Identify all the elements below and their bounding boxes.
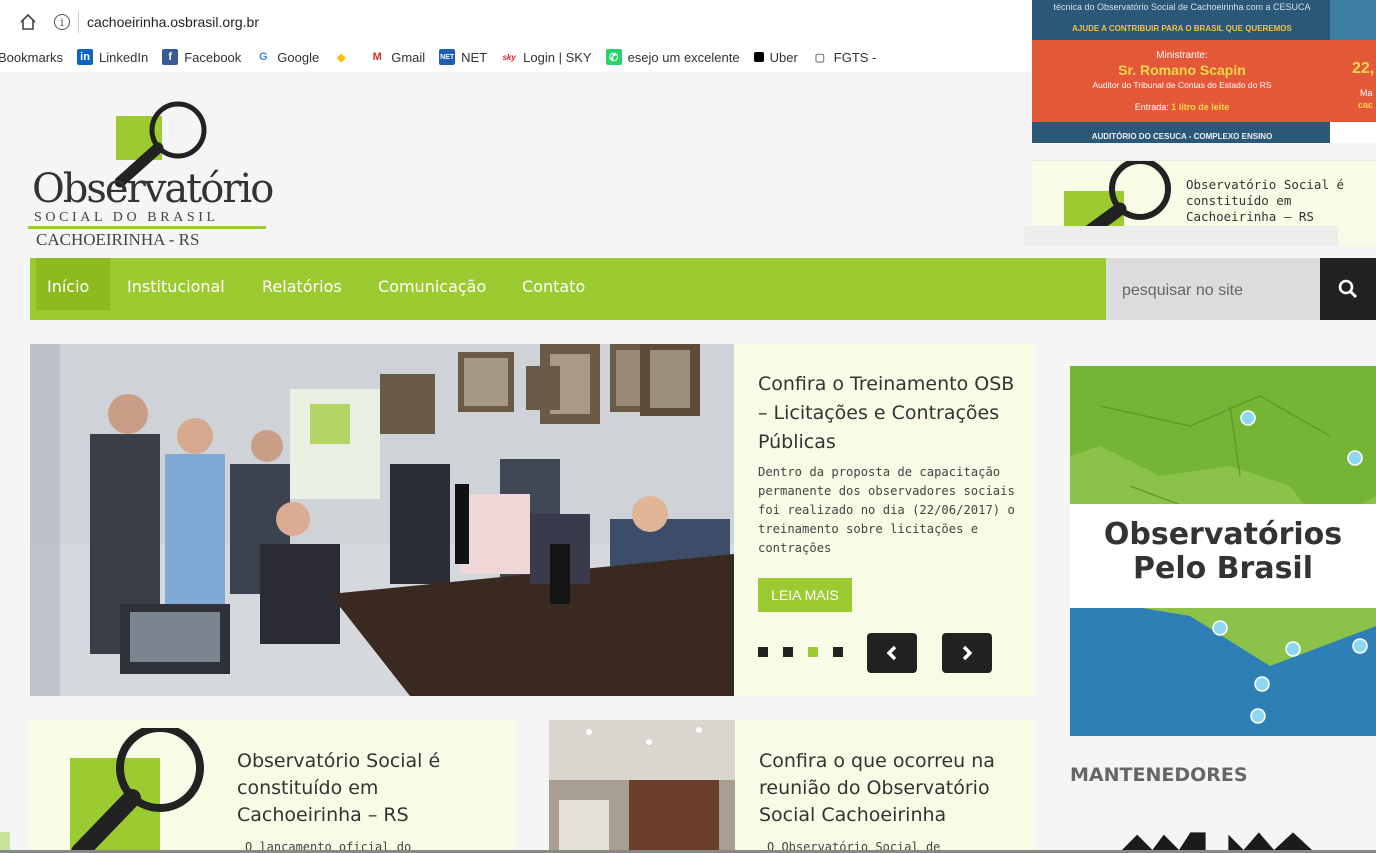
- bookmark-label: Uber: [769, 49, 798, 65]
- left-edge-tab: [0, 832, 10, 850]
- facebook-icon: f: [162, 49, 179, 65]
- bookmark-7[interactable]: sky Login | SKY: [501, 49, 592, 65]
- ad-fragment-graphic: [1330, 0, 1376, 40]
- chevron-right-icon: [962, 645, 973, 661]
- linkedin-icon: in: [77, 49, 94, 65]
- info-icon[interactable]: i: [54, 14, 70, 30]
- bookmark-3[interactable]: G Google: [255, 49, 319, 65]
- bookmark-label: NET: [461, 49, 488, 65]
- sky-icon: sky: [501, 49, 518, 65]
- mantenedores-heading: MANTENEDORES: [1070, 764, 1248, 786]
- net-icon: NET: [439, 49, 456, 65]
- nav-comunicacao[interactable]: Comunicação: [378, 258, 486, 310]
- bookmark-label: LinkedIn: [99, 49, 149, 65]
- nav-relatorios[interactable]: Relatórios: [262, 258, 342, 310]
- logo-underline: [28, 226, 266, 229]
- event-ad-banner[interactable]: técnica do Observatório Social de Cachoe…: [1032, 0, 1332, 143]
- news-card-2[interactable]: Confira o que ocorreu na reunião do Obse…: [549, 720, 1034, 853]
- read-more-button[interactable]: LEIA MAIS: [758, 578, 852, 612]
- nav-inicio[interactable]: Início: [36, 258, 110, 310]
- bookmark-10[interactable]: ▢ FGTS -: [811, 49, 877, 65]
- ad-entrada-value: 1 litro de leite: [1171, 102, 1230, 112]
- ad-entrada-label: Entrada:: [1134, 102, 1169, 112]
- uber-icon: [753, 52, 764, 62]
- home-icon[interactable]: [18, 12, 38, 32]
- ad-side-text-2: cac: [1358, 100, 1374, 110]
- ad-role: Auditor do Tribunal de Contas do Estado …: [1092, 80, 1272, 90]
- ad-top-text: técnica do Observatório Social de Cachoe…: [1032, 0, 1332, 26]
- bookmarks-bar: Bookmarks in LinkedIn f Facebook G Google ◆ M Gma…: [0, 46, 890, 68]
- slider-dot-1[interactable]: [758, 647, 768, 657]
- google-icon: G: [255, 49, 272, 65]
- bookmark-label: Login | SKY: [523, 49, 592, 65]
- news-card-1[interactable]: Observatório Social é constituído em Cac…: [30, 720, 514, 853]
- map-title: Observatórios Pelo Brasil: [1103, 517, 1343, 586]
- next-slide-button[interactable]: [942, 633, 992, 673]
- bookmark-1[interactable]: in LinkedIn: [77, 49, 148, 65]
- whatsapp-icon: ✆: [605, 49, 622, 65]
- search-button[interactable]: [1320, 258, 1376, 320]
- card-1-title[interactable]: Observatório Social é constituído em Cac…: [237, 748, 497, 829]
- bookmark-label: Facebook: [184, 49, 242, 65]
- prev-slide-button[interactable]: [867, 633, 917, 673]
- slider-dot-3-active[interactable]: [808, 647, 818, 657]
- bookmark-label: Bookmarks: [0, 49, 64, 65]
- bookmark-4[interactable]: ◆: [333, 49, 355, 65]
- bookmark-5[interactable]: M Gmail: [369, 49, 425, 65]
- logo-subtitle: SOCIAL DO BRASIL: [34, 210, 219, 225]
- hero-photo[interactable]: [30, 344, 734, 696]
- search-icon: [1338, 279, 1358, 299]
- ad-entrada: Entrada: 1 litro de leite: [1032, 102, 1332, 112]
- gmail-icon: M: [369, 49, 386, 65]
- sponsor-logo-fragment: [1122, 832, 1312, 850]
- magnifier-logo-icon: [70, 728, 204, 853]
- chevron-left-icon: [886, 645, 897, 661]
- bookmark-label: FGTS -: [833, 49, 877, 65]
- bookmark-2[interactable]: f Facebook: [162, 49, 241, 65]
- ad-red-block: Ministrante: Sr. Romano Scapin Auditor d…: [1032, 40, 1332, 122]
- bookmark-label: esejo um excelente: [627, 49, 740, 65]
- apps-icon: ◆: [333, 49, 350, 65]
- bookmark-6[interactable]: NET NET: [439, 49, 487, 65]
- hero-title[interactable]: Confira o Treinamento OSB – Licitações e…: [758, 370, 1018, 457]
- main-nav: Início Institucional Relatórios Comunica…: [30, 258, 1110, 320]
- ad-banner-text: AJUDE A CONTRIBUIR PARA O BRASIL QUE QUE…: [1072, 24, 1292, 33]
- address-divider: [78, 11, 79, 33]
- url-text[interactable]: cachoeirinha.osbrasil.org.br: [87, 14, 259, 30]
- page-icon: ▢: [811, 49, 828, 65]
- popup-text: Observatório Social é constituído em Cac…: [1186, 177, 1345, 224]
- nav-contato[interactable]: Contato: [522, 258, 585, 310]
- hero-panel: Confira o Treinamento OSB – Licitações e…: [734, 344, 1034, 696]
- nav-institucional[interactable]: Institucional: [127, 258, 225, 310]
- search-input[interactable]: pesquisar no site: [1106, 258, 1320, 320]
- bookmark-8[interactable]: ✆ esejo um excelente: [605, 49, 740, 65]
- address-bar[interactable]: i cachoeirinha.osbrasil.org.br: [0, 8, 259, 36]
- slider-dot-4[interactable]: [833, 647, 843, 657]
- card-2-title[interactable]: Confira o que ocorreu na reunião do Obse…: [759, 748, 1029, 829]
- logo-title: Observatório: [32, 166, 274, 212]
- bookmark-label: Google: [277, 49, 320, 65]
- ad-ministrante-label: Ministrante:: [1156, 50, 1208, 61]
- observatorios-map-banner[interactable]: Observatórios Pelo Brasil: [1070, 366, 1376, 736]
- ad-date-text: 22,: [1352, 60, 1375, 77]
- ad-side-text-1: Ma: [1360, 88, 1373, 98]
- meeting-photo: [549, 720, 735, 853]
- ad-ministrante: Sr. Romano Scapin: [1118, 62, 1246, 78]
- slider-dot-2[interactable]: [783, 647, 793, 657]
- popup-scroll-bar: [1024, 226, 1338, 246]
- ad-date-fragment[interactable]: 22, Ma cac: [1330, 0, 1376, 143]
- site-logo[interactable]: Observatório SOCIAL DO BRASIL CACHOEIRIN…: [28, 100, 274, 252]
- bookmark-0[interactable]: Bookmarks: [0, 50, 63, 65]
- bookmark-9[interactable]: Uber: [753, 49, 798, 65]
- bookmark-label: Gmail: [391, 49, 426, 65]
- logo-city: CACHOEIRINHA - RS: [36, 230, 200, 249]
- ad-local: AUDITÓRIO DO CESUCA - COMPLEXO ENSINO: [1091, 132, 1273, 141]
- hero-body: Dentro da proposta de capacitação perman…: [758, 465, 1015, 555]
